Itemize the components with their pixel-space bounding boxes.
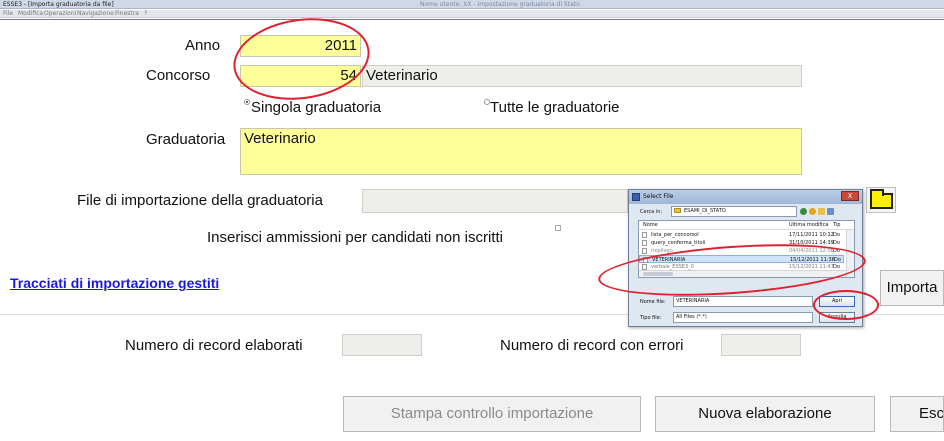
window-titlebar: ESSE3 - [Importa graduatoria da file] No… — [0, 0, 944, 9]
inserisci-ammissioni-label: Inserisci ammissioni per candidati non i… — [207, 229, 503, 246]
scrollbar-thumb[interactable] — [643, 272, 673, 276]
file-date: 17/11/2011 10:12 — [789, 232, 834, 238]
file-date: 04/04/2011 12:06 — [789, 248, 834, 254]
look-in-combo[interactable]: ESAMI_DI_STATO — [671, 206, 797, 217]
look-in-value: ESAMI_DI_STATO — [684, 208, 726, 214]
background-window-title: Nome utente: XX - Impostazione graduator… — [420, 1, 580, 8]
column-ultima-modifica[interactable]: Ultima modifica — [789, 221, 828, 229]
record-errori-field — [721, 334, 801, 356]
record-errori-label: Numero di record con errori — [500, 337, 684, 354]
file-name: lista_per_concorsoI — [651, 232, 699, 238]
nuova-elaborazione-button[interactable]: Nuova elaborazione — [655, 396, 875, 432]
folder-icon — [870, 189, 893, 209]
file-row[interactable]: lista_per_concorsoI 17/11/2011 10:12 Do — [639, 231, 844, 239]
file-list-vertical-scrollbar[interactable] — [846, 230, 854, 277]
view-menu-icon[interactable] — [827, 208, 834, 215]
dialog-app-icon — [632, 193, 640, 201]
record-elaborati-field — [342, 334, 422, 356]
file-type: Do — [833, 248, 840, 254]
radio-singola-graduatoria[interactable] — [244, 99, 250, 105]
annotation-ellipse-anno — [228, 9, 375, 109]
file-row-selected[interactable]: VETERINARIA 15/12/2011 11:36 Do — [639, 255, 844, 263]
menu-finestra[interactable]: Finestra — [115, 10, 139, 18]
concorso-number-field[interactable]: 54 — [240, 65, 361, 87]
file-icon — [642, 248, 647, 254]
file-name: query_conferma_titoli — [651, 240, 706, 246]
concorso-description-field: Veterinario — [362, 65, 802, 87]
file-list[interactable]: Nome Ultima modifica Tip lista_per_conco… — [638, 220, 855, 278]
file-import-label: File di importazione della graduatoria — [77, 192, 323, 209]
radio-tutte-label: Tutte le graduatorie — [490, 99, 620, 116]
esci-button[interactable]: Esci — [890, 396, 944, 432]
file-list-horizontal-scrollbar[interactable] — [639, 270, 846, 277]
file-row[interactable]: riepilogo 04/04/2011 12:06 Do — [639, 247, 844, 255]
filename-label: Nome file: — [640, 299, 666, 305]
importa-button[interactable]: Importa — [880, 270, 944, 306]
inserisci-ammissioni-checkbox[interactable] — [555, 225, 561, 231]
new-folder-icon[interactable] — [818, 208, 825, 215]
stampa-controllo-button[interactable]: Stampa controllo importazione — [343, 396, 641, 432]
graduatoria-field[interactable]: Veterinario — [240, 128, 802, 175]
browse-folder-button[interactable] — [866, 187, 896, 213]
frame-border — [0, 19, 944, 20]
file-type: Do — [833, 232, 840, 238]
menu-file[interactable]: File — [3, 10, 13, 18]
anno-field[interactable]: 2011 — [240, 35, 361, 57]
graduatoria-label: Graduatoria — [146, 131, 226, 148]
column-nome[interactable]: Nome — [643, 221, 658, 229]
filename-input[interactable]: VETERINARIA — [673, 296, 813, 307]
dialog-title: Select File — [643, 193, 674, 200]
menu-help[interactable]: ? — [144, 10, 147, 18]
radio-singola-label: Singola graduatoria — [251, 99, 382, 116]
open-button[interactable]: Apri — [819, 296, 855, 307]
menu-bar: File Modifica Operazioni Navigazione Fin… — [0, 10, 944, 18]
file-type: Do — [833, 240, 840, 246]
look-in-label: Cerca in: — [640, 209, 663, 215]
cancel-button[interactable]: Annulla — [819, 312, 855, 323]
up-folder-icon[interactable] — [809, 208, 816, 215]
column-tipo[interactable]: Tip — [833, 221, 840, 229]
file-list-header: Nome Ultima modifica Tip — [639, 221, 854, 230]
file-icon — [642, 232, 647, 238]
dialog-close-button[interactable]: X — [841, 191, 859, 201]
tracciati-link[interactable]: Tracciati di importazione gestiti — [10, 274, 219, 292]
file-name: riepilogo — [651, 248, 673, 254]
menu-modifica[interactable]: Modifica — [18, 10, 43, 18]
window-title: ESSE3 - [Importa graduatoria da file] — [3, 1, 114, 8]
menu-operazioni[interactable]: Operazioni — [44, 10, 76, 18]
filetype-label: Tipo file: — [640, 315, 662, 321]
file-import-field[interactable] — [362, 189, 628, 213]
concorso-label: Concorso — [146, 67, 211, 84]
anno-label: Anno — [185, 37, 221, 54]
filetype-select[interactable]: All Files (*.*) — [673, 312, 813, 323]
file-row[interactable]: query_conferma_titoli 31/10/2011 14:39 D… — [639, 239, 844, 247]
folder-icon — [674, 208, 681, 213]
back-icon[interactable] — [800, 208, 807, 215]
dialog-titlebar: Select File — [629, 190, 862, 204]
menu-navigazione[interactable]: Navigazione — [77, 10, 114, 18]
file-icon — [642, 240, 647, 246]
file-date: 31/10/2011 14:39 — [789, 240, 834, 246]
record-elaborati-label: Numero di record elaborati — [125, 337, 303, 354]
select-file-dialog: Select File X Cerca in: ESAMI_DI_STATO N… — [628, 189, 863, 327]
